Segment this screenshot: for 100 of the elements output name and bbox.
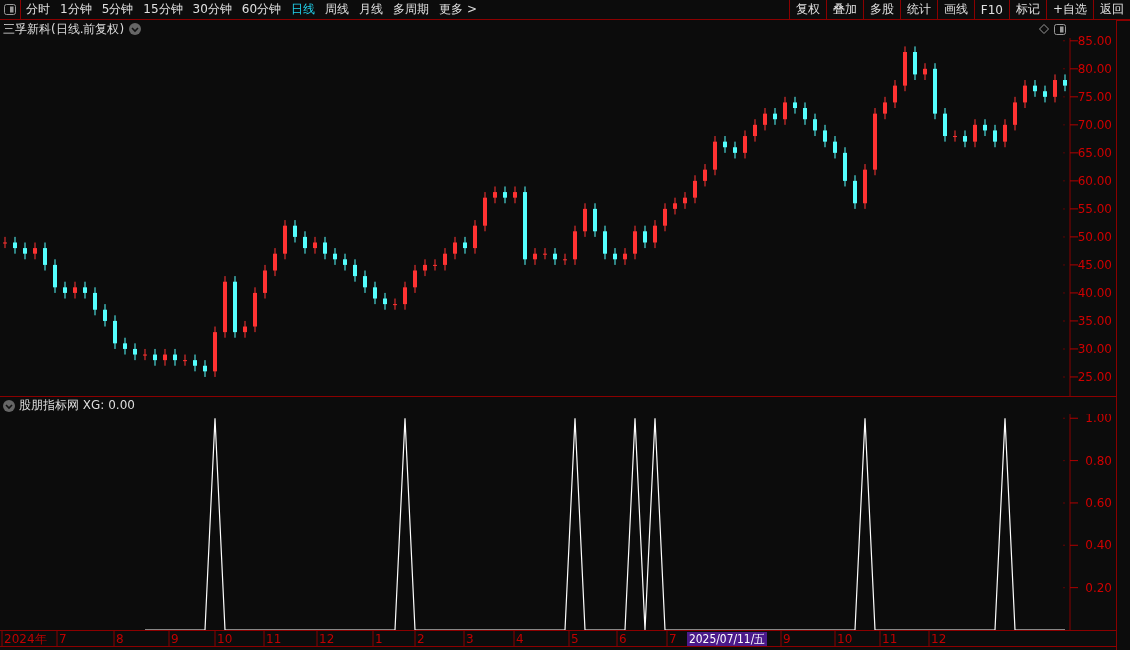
period-tab[interactable]: 5分钟	[96, 0, 139, 19]
axis-label: 12	[319, 632, 335, 646]
period-tab[interactable]: 月线	[354, 0, 389, 19]
axis-label: 65.00	[1077, 145, 1112, 160]
panel-toggle-icon[interactable]	[1054, 23, 1066, 35]
dropdown-icon[interactable]	[3, 399, 15, 412]
candle	[263, 264, 267, 299]
axis-label: 10	[217, 632, 233, 646]
candle	[803, 101, 807, 126]
candle	[553, 247, 557, 266]
candle	[643, 225, 647, 249]
candle	[153, 348, 157, 367]
candle	[403, 281, 407, 311]
period-tab[interactable]: 周线	[320, 0, 355, 19]
candle	[213, 326, 217, 378]
panel-toggle-icon[interactable]	[4, 4, 16, 15]
candle	[463, 236, 467, 255]
candle	[183, 354, 187, 367]
candle	[93, 286, 97, 316]
candle	[233, 275, 237, 339]
candle	[133, 342, 137, 361]
toolbar-button[interactable]: 统计	[899, 0, 937, 19]
toolbar-button[interactable]: F10	[973, 0, 1009, 19]
candle	[623, 247, 627, 266]
toolbar-button[interactable]: 标记	[1008, 0, 1046, 19]
candle	[303, 230, 307, 255]
axis-label: 0.60	[1085, 495, 1112, 510]
diamond-icon[interactable]	[1039, 24, 1049, 34]
toolbar-button[interactable]: 返回	[1093, 0, 1130, 19]
toolbar-button[interactable]: +自选	[1045, 0, 1093, 19]
axis-label: 0.40	[1085, 538, 1112, 553]
axis-label: 5	[571, 632, 579, 646]
period-tab[interactable]: 更多 >	[434, 0, 482, 19]
axis-label: 55.00	[1077, 201, 1112, 216]
axis-label: 60.00	[1077, 173, 1112, 188]
candle	[373, 281, 377, 305]
candle	[283, 219, 287, 260]
period-tab[interactable]: 15分钟	[138, 0, 188, 19]
candle	[933, 62, 937, 120]
axis-label: 7	[59, 632, 67, 646]
candle	[203, 359, 207, 378]
candle	[423, 258, 427, 277]
candle	[893, 79, 897, 109]
candle	[113, 314, 117, 350]
candle	[1013, 96, 1017, 131]
candle	[3, 236, 7, 249]
axis-label: 45.00	[1077, 257, 1112, 272]
candle	[973, 118, 977, 148]
period-tab[interactable]: 日线	[286, 0, 321, 19]
candle	[843, 146, 847, 187]
axis-label: 9	[171, 632, 179, 646]
axis-label: 2024年	[4, 632, 47, 646]
dropdown-icon[interactable]	[129, 23, 142, 35]
candle	[1053, 73, 1057, 103]
candle	[533, 247, 537, 266]
candle	[573, 225, 577, 266]
candle	[653, 219, 657, 249]
period-tab[interactable]: 30分钟	[187, 0, 237, 19]
candle	[913, 45, 917, 81]
axis-label: 80.00	[1077, 61, 1112, 76]
candle	[943, 107, 947, 143]
axis-label: 1.00	[1085, 414, 1112, 426]
period-tab[interactable]: 60分钟	[236, 0, 287, 19]
candle	[293, 219, 297, 243]
candle	[193, 354, 197, 372]
candle	[783, 96, 787, 126]
candle	[493, 185, 497, 204]
candle	[583, 202, 587, 238]
candle	[333, 247, 337, 266]
period-tab[interactable]: 1分钟	[55, 0, 97, 19]
candle	[663, 202, 667, 232]
candle	[473, 219, 477, 255]
candle	[363, 270, 367, 294]
axis-label: 6	[619, 632, 627, 646]
chart-title: 三孚新科(日线.前复权)	[3, 20, 125, 38]
candle	[793, 96, 797, 115]
period-tab[interactable]: 分时	[21, 0, 55, 19]
toolbar-button[interactable]: 多股	[862, 0, 900, 19]
indicator-title: 股朋指标网 XG: 0.00	[19, 397, 135, 414]
candle	[903, 45, 907, 92]
toolbar-button[interactable]: 复权	[788, 0, 826, 19]
candle	[23, 242, 27, 260]
toolbar-button[interactable]: 叠加	[825, 0, 863, 19]
toolbar-button[interactable]: 画线	[936, 0, 974, 19]
candle	[13, 236, 17, 255]
axis-label: 12	[931, 632, 947, 646]
axis-label: 50.00	[1077, 229, 1112, 244]
candle	[433, 258, 437, 271]
candle	[723, 135, 727, 154]
candle	[243, 320, 247, 339]
axis-label: 25.00	[1077, 369, 1112, 384]
candle	[983, 118, 987, 137]
candle	[103, 303, 107, 328]
candle	[993, 124, 997, 148]
candle	[253, 286, 257, 333]
axis-label: 0.20	[1085, 580, 1112, 595]
candle	[873, 107, 877, 176]
candle	[1003, 118, 1007, 148]
candle	[863, 163, 867, 210]
period-tab[interactable]: 多周期	[388, 0, 435, 19]
